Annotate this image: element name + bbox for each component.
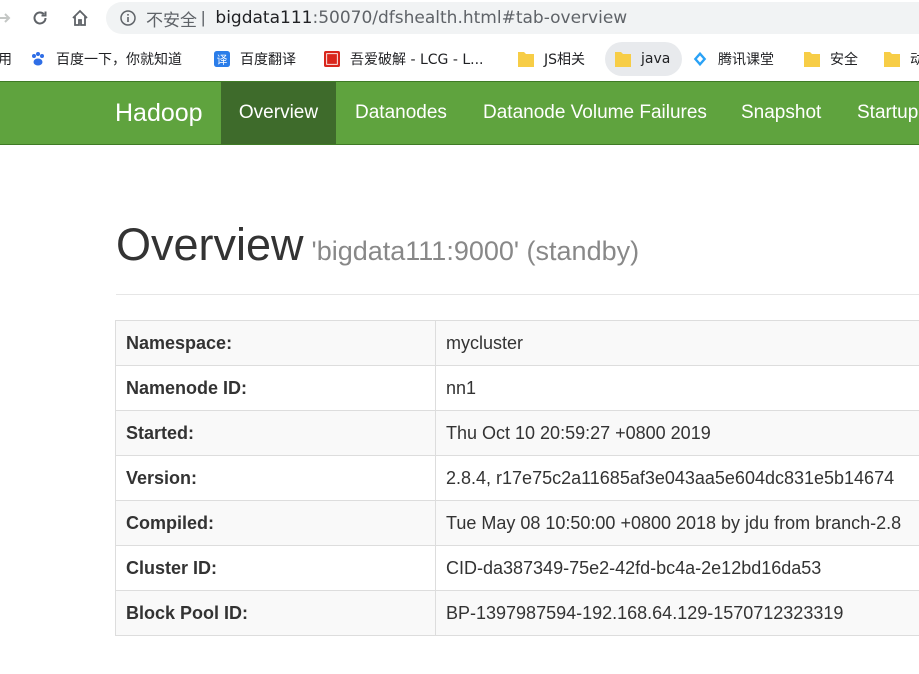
tab-overview[interactable]: Overview: [221, 82, 336, 144]
52pojie-icon: [324, 51, 340, 67]
table-row: Namenode ID: nn1: [115, 365, 919, 411]
row-value: Thu Oct 10 20:59:27 +0800 2019: [435, 410, 919, 456]
table-row: Namespace: mycluster: [115, 320, 919, 366]
hadoop-navbar: Hadoop Overview Datanodes Datanode Volum…: [0, 81, 919, 145]
table-row: Cluster ID: CID-da387349-75e2-42fd-bc4a-…: [115, 545, 919, 591]
bookmark-tencent-class[interactable]: 腾讯课堂: [692, 42, 774, 76]
row-value: 2.8.4, r17e75c2a11685af3e043aa5e604dc831…: [435, 455, 919, 501]
separator: |: [201, 8, 206, 27]
bookmark-label: 安全: [830, 52, 858, 68]
row-key: Namenode ID:: [115, 365, 436, 411]
tencent-class-icon: [692, 51, 708, 67]
bookmark-java[interactable]: java: [605, 42, 683, 76]
info-icon[interactable]: [120, 10, 136, 26]
bookmark-security[interactable]: 安全: [804, 42, 858, 76]
brand-link[interactable]: Hadoop: [115, 82, 203, 144]
row-value: mycluster: [435, 320, 919, 366]
folder-icon: [518, 51, 534, 67]
bookmark-label: JS相关: [544, 52, 586, 68]
translate-icon: 译: [214, 51, 230, 67]
folder-icon: [615, 51, 631, 67]
bookmark-label: 吾爱破解 - LCG - L...: [350, 52, 484, 68]
home-icon[interactable]: [68, 6, 92, 30]
address-bar[interactable]: 不安全 | bigdata111:50070/dfshealth.html#ta…: [106, 2, 919, 34]
page-title: Overview'bigdata111:9000' (standby): [116, 222, 639, 267]
table-row: Version: 2.8.4, r17e75c2a11685af3e043aa5…: [115, 455, 919, 501]
row-key: Cluster ID:: [115, 545, 436, 591]
bookmark-label: java: [641, 51, 671, 67]
bookmark-more[interactable]: 动: [884, 42, 919, 76]
bookmark-baidu[interactable]: 百度一下，你就知道: [30, 42, 182, 76]
url-host: bigdata111: [215, 8, 313, 28]
row-value: Tue May 08 10:50:00 +0800 2018 by jdu fr…: [435, 500, 919, 546]
table-row: Compiled: Tue May 08 10:50:00 +0800 2018…: [115, 500, 919, 546]
row-key: Version:: [115, 455, 436, 501]
security-label: 不安全: [146, 10, 197, 31]
folder-icon: [804, 51, 820, 67]
baidu-paw-icon: [30, 51, 46, 67]
bookmark-label: 用: [0, 52, 12, 68]
row-key: Block Pool ID:: [115, 590, 436, 636]
bookmark-label: 腾讯课堂: [718, 52, 774, 68]
row-key: Started:: [115, 410, 436, 456]
bookmark-label: 百度一下，你就知道: [56, 52, 182, 68]
bookmark-52pojie[interactable]: 吾爱破解 - LCG - L...: [324, 42, 483, 76]
bookmark-label: 动: [910, 52, 919, 68]
row-key: Namespace:: [115, 320, 436, 366]
row-key: Compiled:: [115, 500, 436, 546]
browser-toolbar: 不安全 | bigdata111:50070/dfshealth.html#ta…: [0, 0, 919, 36]
tab-snapshot[interactable]: Snapshot: [741, 82, 821, 144]
divider: [116, 294, 919, 295]
overview-table: Namespace: mycluster Namenode ID: nn1 St…: [115, 320, 919, 636]
url-path: :50070/dfshealth.html#tab-overview: [312, 8, 628, 28]
bookmarks-bar: 用 百度一下，你就知道 译 百度翻译 吾爱破解 - LCG - L... JS相…: [0, 40, 919, 78]
bookmark-apps[interactable]: 用: [0, 42, 12, 76]
tab-datanode-volume-failures[interactable]: Datanode Volume Failures: [483, 82, 707, 144]
row-value: CID-da387349-75e2-42fd-bc4a-2e12bd16da53: [435, 545, 919, 591]
reload-icon[interactable]: [28, 6, 52, 30]
tab-datanodes[interactable]: Datanodes: [355, 82, 447, 144]
row-value: BP-1397987594-192.168.64.129-15707123233…: [435, 590, 919, 636]
table-row: Block Pool ID: BP-1397987594-192.168.64.…: [115, 590, 919, 636]
page-subtitle: 'bigdata111:9000' (standby): [311, 236, 640, 266]
forward-arrow-icon[interactable]: [0, 6, 16, 30]
folder-icon: [884, 51, 900, 67]
bookmark-baidu-translate[interactable]: 译 百度翻译: [214, 42, 296, 76]
row-value: nn1: [435, 365, 919, 411]
svg-text:译: 译: [217, 53, 228, 66]
table-row: Started: Thu Oct 10 20:59:27 +0800 2019: [115, 410, 919, 456]
page-title-text: Overview: [116, 219, 304, 270]
bookmark-js[interactable]: JS相关: [518, 42, 585, 76]
bookmark-label: 百度翻译: [240, 52, 296, 68]
tab-startup-progress[interactable]: Startup: [857, 82, 918, 144]
